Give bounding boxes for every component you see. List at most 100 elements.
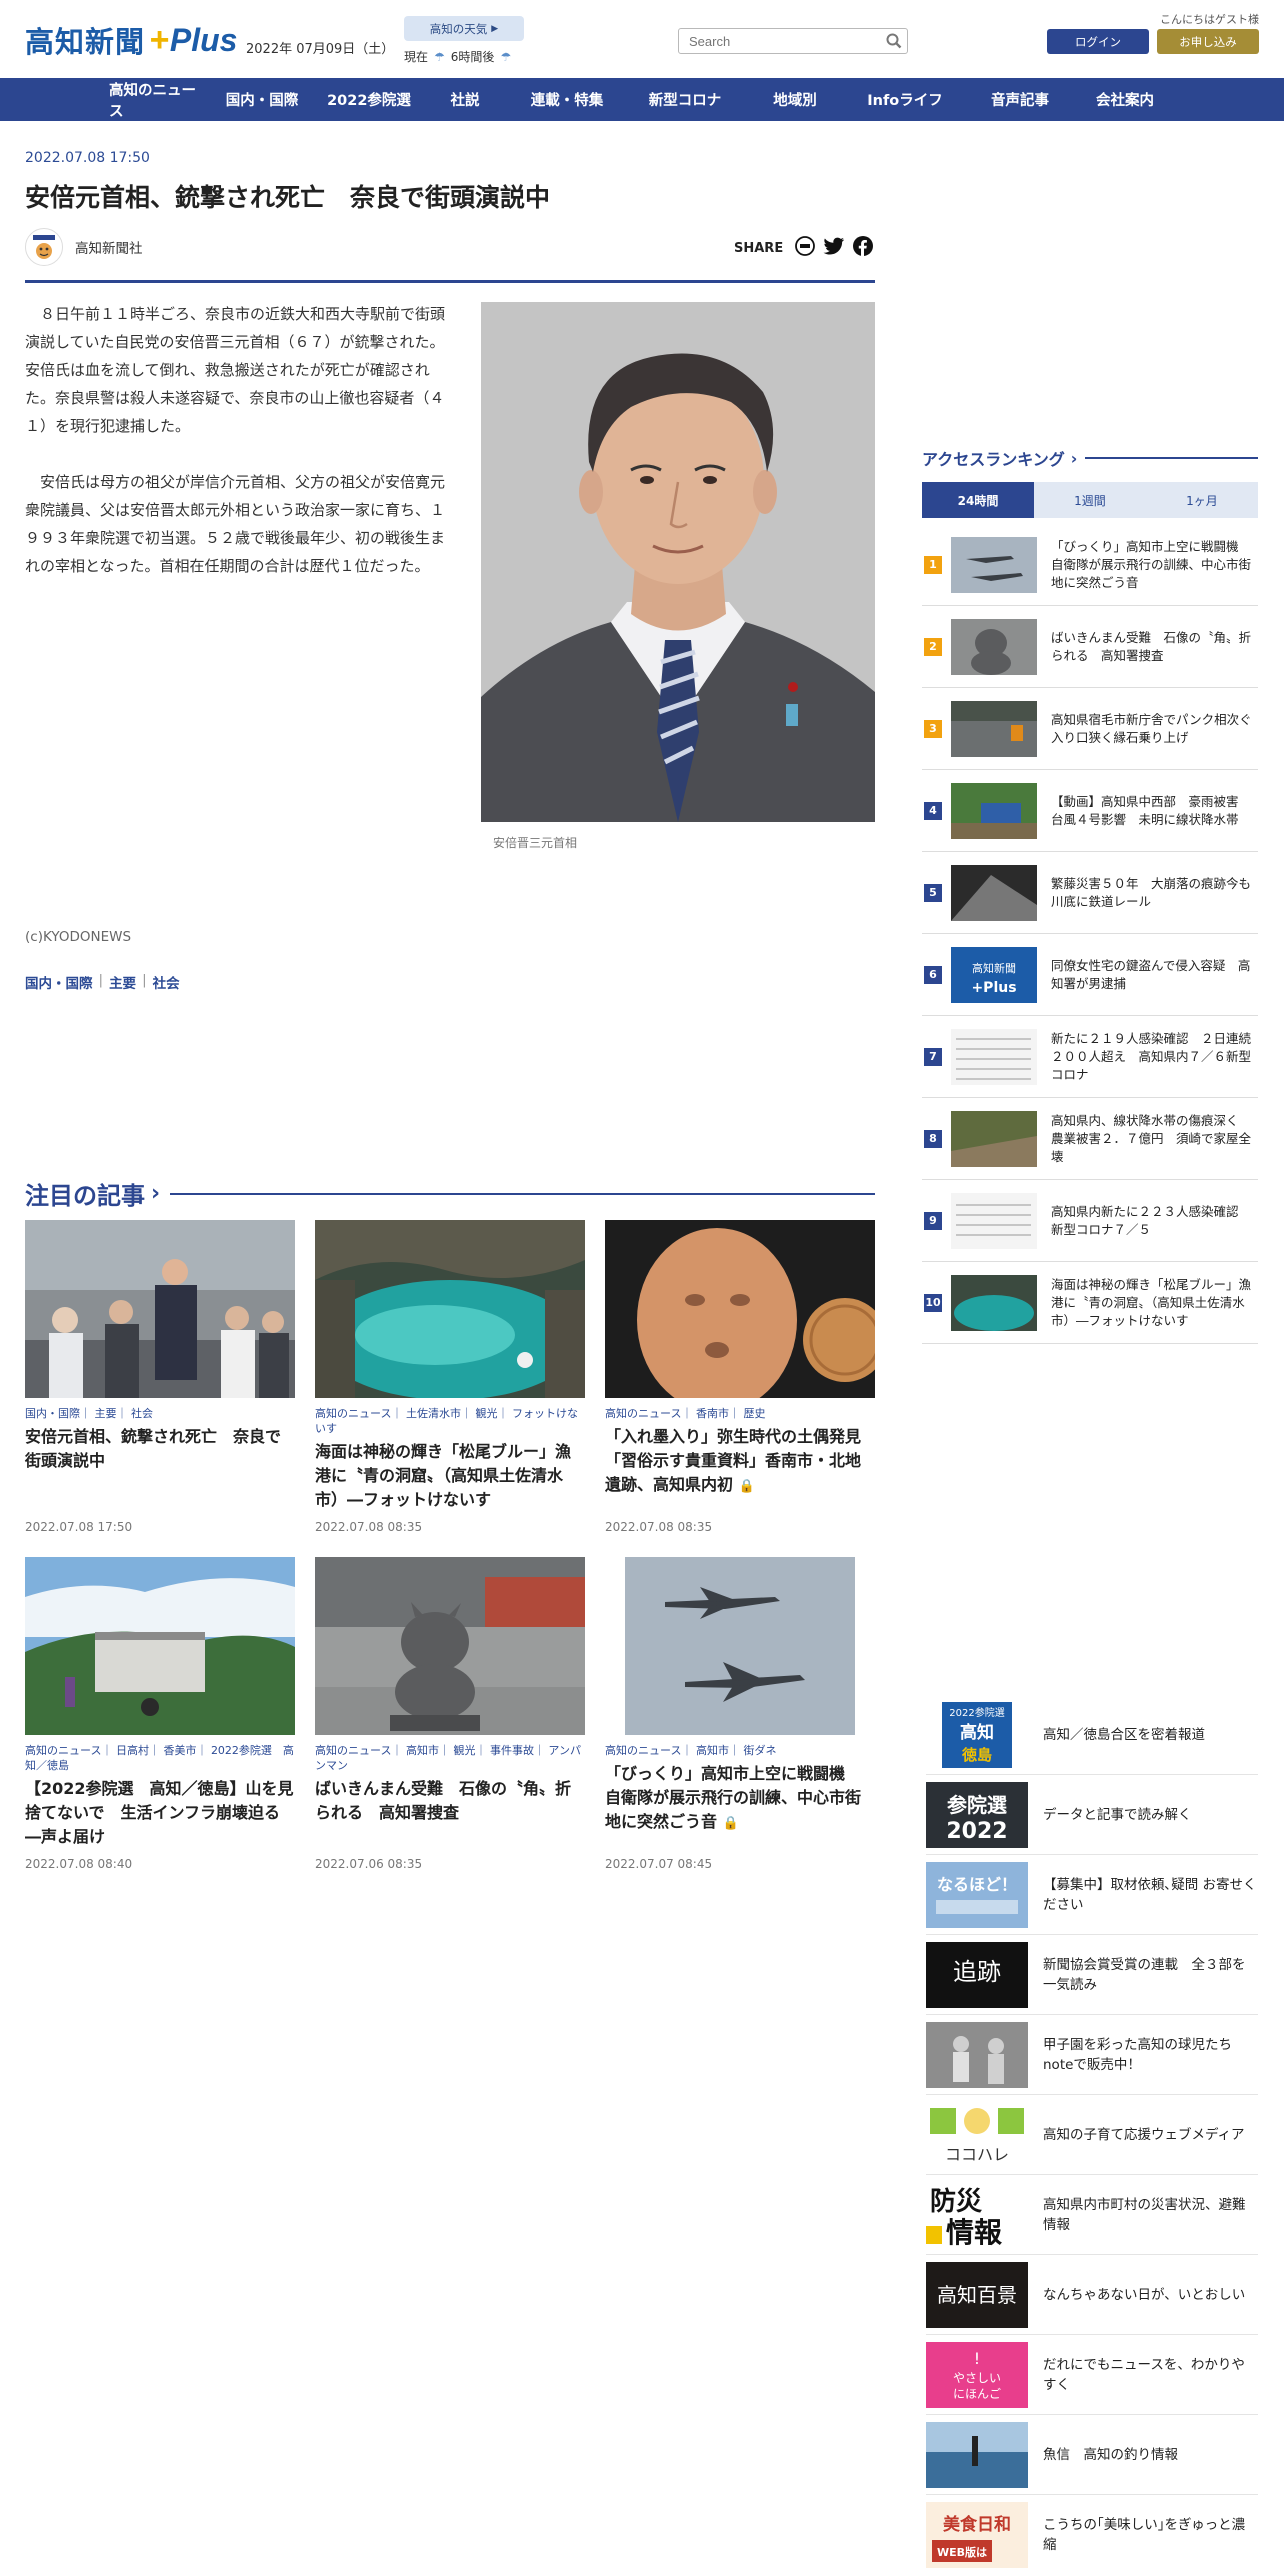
nav-item[interactable]: 新型コロナ <box>625 89 745 110</box>
svg-text:やさしい: やさしい <box>953 2371 1001 2385</box>
ranking-item[interactable]: 2 ばいきんまん受難 石像の〝角〟折られる 高知署捜査 <box>922 606 1258 688</box>
nav-item[interactable]: Infoライフ <box>845 89 965 110</box>
svg-text:参院選: 参院選 <box>947 1793 1007 1817</box>
featured-card[interactable]: 高知のニュース｜ 香南市｜ 歴史 「入れ墨入り」弥生時代の土偶発見「習俗示す貴重… <box>605 1220 875 1499</box>
nav-item[interactable]: 社説 <box>421 89 509 110</box>
article-paragraph: 安倍氏は母方の祖父が岸信介元首相、父方の祖父が安倍寛元衆院議員、父は安倍晋太郎元… <box>25 473 446 575</box>
subscribe-button[interactable]: お申し込み <box>1157 29 1259 54</box>
tag-link[interactable]: 主要 <box>109 972 136 992</box>
card-categories: 高知のニュース｜ 高知市｜ 街ダネ <box>605 1744 777 1757</box>
rank-thumbnail <box>951 1028 1037 1085</box>
rank-number: 10 <box>924 1293 942 1312</box>
featured-heading[interactable]: 注目の記事 › <box>25 1176 875 1211</box>
banner-item[interactable]: 美食日和 WEB版は こうちの｢美味しい｣をぎゅっと濃縮 <box>926 2495 1258 2568</box>
card-categories: 高知のニュース｜ 高知市｜ 観光｜ 事件事故｜ アンパンマン <box>315 1744 581 1772</box>
ranking-heading[interactable]: アクセスランキング › <box>922 446 1258 470</box>
banner-text: データと記事で読み解く <box>1043 1806 1192 1823</box>
login-button[interactable]: ログイン <box>1047 29 1149 54</box>
banner-text: 高知の子育て応援ウェブメディア <box>1043 2126 1245 2143</box>
banner-item[interactable]: 高知百景 なんちゃあない日が、いとおしい <box>926 2255 1258 2335</box>
search-input[interactable] <box>679 30 881 52</box>
share-bar: SHARE <box>734 236 874 260</box>
banner-item[interactable]: 魚信 高知の釣り情報 <box>926 2415 1258 2495</box>
rank-thumbnail <box>951 700 1037 757</box>
nav-item[interactable]: 地域別 <box>745 89 845 110</box>
tag-link[interactable]: 社会 <box>153 972 180 992</box>
svg-text:ココハレ: ココハレ <box>945 2145 1009 2164</box>
featured-card[interactable]: 高知のニュース｜ 高知市｜ 街ダネ 「びっくり」高知市上空に戦闘機 自衛隊が展示… <box>605 1557 875 1836</box>
rank-title: 【動画】高知県中西部 豪雨被害 台風４号影響 未明に線状降水帯 <box>1051 793 1252 827</box>
ranking-item[interactable]: 5 繁藤災害５０年 大崩落の痕跡今も 川底に鉄道レール <box>922 852 1264 934</box>
banner-item[interactable]: 2022参院選 高知 徳島 高知／徳島合区を密着報道 <box>926 1695 1258 1775</box>
search-icon[interactable] <box>881 29 907 53</box>
tab-1month[interactable]: 1ヶ月 <box>1146 482 1258 518</box>
featured-card[interactable]: 高知のニュース｜ 土佐清水市｜ 観光｜ フォットけないす 海面は神秘の輝き「松尾… <box>315 1220 585 1512</box>
featured-card[interactable]: 国内・国際｜ 主要｜ 社会 安倍元首相、銃撃され死亡 奈良で街頭演説中 <box>25 1220 295 1473</box>
weather-button[interactable]: 高知の天気 ▶ <box>404 16 524 41</box>
banner-text: だれにでもニュースを、わかりやすく <box>1043 2356 1245 2393</box>
nav-item[interactable]: 2022参院選 <box>317 89 421 110</box>
ranking-item[interactable]: 8 高知県内、線状降水帯の傷痕深く 農業被害２．７億円 須崎で家屋全壊 <box>922 1098 1258 1180</box>
rank-title: 新たに２１９人感染確認 ２日連続２００人超え 高知県内７／６新型コロナ <box>1051 1030 1252 1082</box>
rank-number: 1 <box>924 555 942 574</box>
card-thumbnail <box>605 1220 875 1398</box>
ranking-item[interactable]: 1 「びっくり」高知市上空に戦闘機 自衛隊が展示飛行の訓練、中心市街地に突然ごう… <box>922 524 1258 606</box>
rank-number: 3 <box>924 719 942 738</box>
weather-forecast: 現在 ☂ 6時間後 ☂ <box>404 49 512 65</box>
card-thumbnail <box>315 1220 585 1398</box>
banner-item[interactable]: 参院選 2022 データと記事で読み解く <box>926 1775 1258 1855</box>
nav-item[interactable]: 国内・国際 <box>207 89 317 110</box>
nav-item[interactable]: 連載・特集 <box>509 89 625 110</box>
banner-item[interactable]: ココハレ 高知の子育て応援ウェブメディア <box>926 2095 1258 2175</box>
line-share-icon[interactable] <box>795 236 816 260</box>
rain-icon: ☂ <box>500 49 512 64</box>
banner-item[interactable]: 防災 情報 高知県内市町村の災害状況、避難情報 <box>926 2175 1258 2255</box>
facebook-icon[interactable] <box>853 236 874 260</box>
banner-text: 高知／徳島合区を密着報道 <box>1043 1726 1205 1743</box>
photo-caption: 安倍晋三元首相 <box>493 836 578 850</box>
banner-text: 高知県内市町村の災害状況、避難情報 <box>1043 2196 1246 2233</box>
banner-item[interactable]: ! やさしい にほんご だれにでもニュースを、わかりやすく <box>926 2335 1258 2415</box>
article-photo[interactable] <box>481 302 875 822</box>
logo-plus: + Plus <box>149 20 238 59</box>
card-title: 安倍元首相、銃撃され死亡 奈良で街頭演説中 <box>25 1427 282 1470</box>
tab-1week[interactable]: 1週間 <box>1034 482 1146 518</box>
rank-thumbnail <box>951 1110 1037 1167</box>
rank-number: 9 <box>924 1211 942 1230</box>
twitter-icon[interactable] <box>823 236 845 260</box>
banner-item[interactable]: 甲子園を彩った高知の球児たち noteで販売中！ <box>926 2015 1258 2095</box>
article-date: 2022.07.08 17:50 <box>25 150 150 166</box>
card-date: 2022.07.08 08:35 <box>605 1520 713 1534</box>
rank-thumbnail: 高知新聞 +Plus <box>951 946 1037 1003</box>
nav-item[interactable]: 音声記事 <box>965 89 1075 110</box>
rank-number: 8 <box>924 1129 942 1148</box>
ranking-item[interactable]: 3 高知県宿毛市新庁舎でパンク相次ぐ 入り口狭く縁石乗り上げ <box>922 688 1264 770</box>
rank-thumbnail <box>951 1192 1037 1249</box>
ranking-item[interactable]: 7 新たに２１９人感染確認 ２日連続２００人超え 高知県内７／６新型コロナ <box>922 1016 1258 1098</box>
header: 高知新聞 + Plus 2022年 07月09日（土） 高知の天気 ▶ 現在 ☂ 6… <box>0 0 1284 78</box>
greeting: こんにちはゲスト様 <box>1160 13 1259 26</box>
rank-number: 6 <box>924 965 942 984</box>
banner-image: 防災 情報 <box>926 2181 1028 2248</box>
nav-item[interactable]: 高知のニュース <box>73 79 207 121</box>
card-title: 「入れ墨入り」弥生時代の土偶発見「習俗示す貴重資料」香南市・北地遺跡、高知県内初… <box>605 1427 862 1494</box>
banner-item[interactable]: なるほど！ 【募集中】取材依頼､疑問 お寄せください <box>926 1855 1258 1935</box>
card-categories: 国内・国際｜ 主要｜ 社会 <box>25 1407 153 1420</box>
rank-title: 繁藤災害５０年 大崩落の痕跡今も 川底に鉄道レール <box>1051 875 1264 909</box>
banner-item[interactable]: 追跡 新聞協会賞受賞の連載 全３部を一気読み <box>926 1935 1258 2015</box>
nav-item[interactable]: 会社案内 <box>1075 89 1175 110</box>
tab-24h[interactable]: 24時間 <box>922 482 1034 518</box>
featured-card[interactable]: 高知のニュース｜ 高知市｜ 観光｜ 事件事故｜ アンパンマン ばいきんまん受難 … <box>315 1557 585 1825</box>
card-title: 【2022参院選 高知／徳島】山を見捨てないで 生活インフラ崩壊迫る―声よ届け <box>25 1779 294 1846</box>
rank-title: 高知県内新たに２２３人感染確認 新型コロナ７／５ <box>1051 1203 1252 1237</box>
svg-text:!: ! <box>974 2349 980 2368</box>
site-logo[interactable]: 高知新聞 + Plus <box>25 20 237 60</box>
featured-card[interactable]: 高知のニュース｜ 日高村｜ 香美市｜ 2022参院選 高知／徳島 【2022参院… <box>25 1557 295 1849</box>
ranking-item[interactable]: 4 【動画】高知県中西部 豪雨被害 台風４号影響 未明に線状降水帯 <box>922 770 1258 852</box>
ranking-item[interactable]: 10 海面は神秘の輝き「松尾ブルー」漁港に〝青の洞窟〟（高知県土佐清水市）―フォ… <box>922 1262 1258 1344</box>
ranking-item[interactable]: 6 高知新聞 +Plus 同僚女性宅の鍵盗んで侵入容疑 高知署が男逮捕 <box>922 934 1258 1016</box>
tag-link[interactable]: 国内・国際 <box>25 972 93 992</box>
byline: 高知新聞社 <box>25 228 143 266</box>
ranking-item[interactable]: 9 高知県内新たに２２３人感染確認 新型コロナ７／５ <box>922 1180 1258 1262</box>
card-title: 海面は神秘の輝き「松尾ブルー」漁港に〝青の洞窟〟（高知県土佐清水市）―フォットけ… <box>315 1442 572 1509</box>
